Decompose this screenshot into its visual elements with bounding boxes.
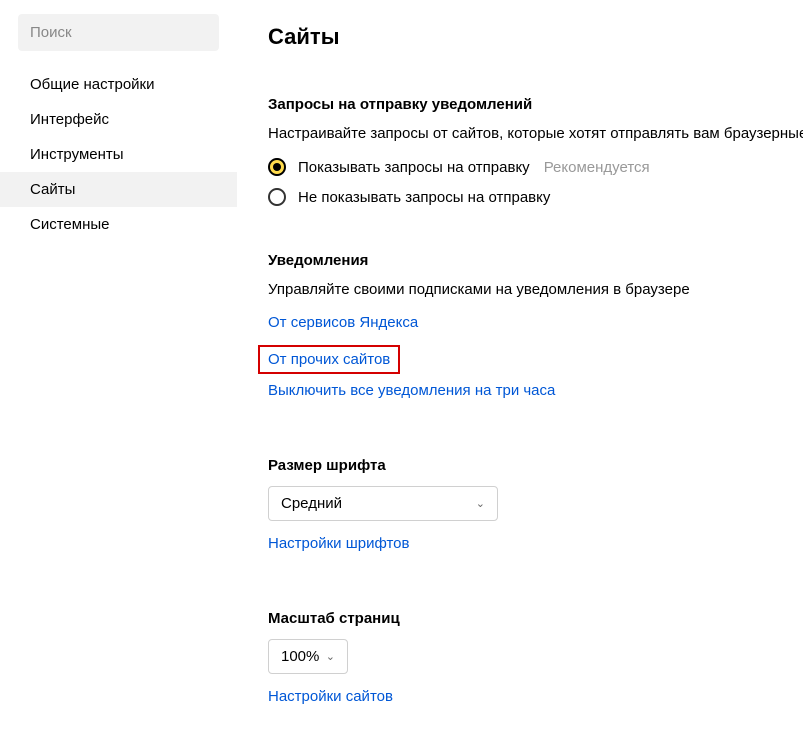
font-size-select[interactable]: Средний ⌄ — [268, 486, 498, 521]
sidebar: Общие настройки Интерфейс Инструменты Са… — [0, 0, 238, 756]
section-page-zoom: Масштаб страниц 100% ⌄ Настройки сайтов — [268, 610, 803, 717]
chevron-down-icon: ⌄ — [326, 650, 335, 663]
sidebar-item-label: Интерфейс — [30, 111, 109, 128]
link-font-settings[interactable]: Настройки шрифтов — [268, 535, 410, 552]
radio-hide-requests[interactable]: Не показывать запросы на отправку — [268, 188, 803, 206]
sidebar-item-label: Общие настройки — [30, 76, 155, 93]
select-value: Средний — [281, 495, 342, 512]
sidebar-item-label: Инструменты — [30, 146, 124, 163]
search-input[interactable] — [30, 24, 207, 41]
link-disable-notifications[interactable]: Выключить все уведомления на три часа — [268, 382, 555, 399]
sidebar-item-label: Системные — [30, 216, 109, 233]
search-box[interactable] — [18, 14, 219, 51]
sidebar-item-sites[interactable]: Сайты — [0, 172, 237, 207]
section-title: Запросы на отправку уведомлений — [268, 96, 803, 113]
section-notification-requests: Запросы на отправку уведомлений Настраив… — [268, 96, 803, 206]
sidebar-item-label: Сайты — [30, 181, 75, 198]
section-font-size: Размер шрифта Средний ⌄ Настройки шрифто… — [268, 457, 803, 564]
sidebar-item-interface[interactable]: Интерфейс — [0, 102, 237, 137]
section-desc: Настраивайте запросы от сайтов, которые … — [268, 125, 803, 142]
radio-label: Не показывать запросы на отправку — [298, 189, 550, 206]
radio-label: Показывать запросы на отправку — [298, 159, 530, 176]
link-yandex-services[interactable]: От сервисов Яндекса — [268, 314, 418, 331]
page-title: Сайты — [268, 24, 803, 50]
zoom-select[interactable]: 100% ⌄ — [268, 639, 348, 674]
section-title: Размер шрифта — [268, 457, 803, 474]
chevron-down-icon: ⌄ — [476, 497, 485, 510]
section-desc: Управляйте своими подписками на уведомле… — [268, 281, 803, 298]
radio-show-requests[interactable]: Показывать запросы на отправку Рекоменду… — [268, 158, 803, 176]
radio-hint: Рекомендуется — [544, 159, 650, 176]
section-notifications: Уведомления Управляйте своими подписками… — [268, 252, 803, 411]
section-title: Масштаб страниц — [268, 610, 803, 627]
sidebar-item-tools[interactable]: Инструменты — [0, 137, 237, 172]
radio-icon — [268, 158, 286, 176]
link-other-sites[interactable]: От прочих сайтов — [258, 345, 400, 374]
section-title: Уведомления — [268, 252, 803, 269]
select-value: 100% — [281, 648, 319, 665]
sidebar-item-general[interactable]: Общие настройки — [0, 67, 237, 102]
radio-icon — [268, 188, 286, 206]
main-content: Сайты Запросы на отправку уведомлений На… — [238, 0, 803, 756]
sidebar-item-system[interactable]: Системные — [0, 207, 237, 242]
link-site-settings[interactable]: Настройки сайтов — [268, 688, 393, 705]
